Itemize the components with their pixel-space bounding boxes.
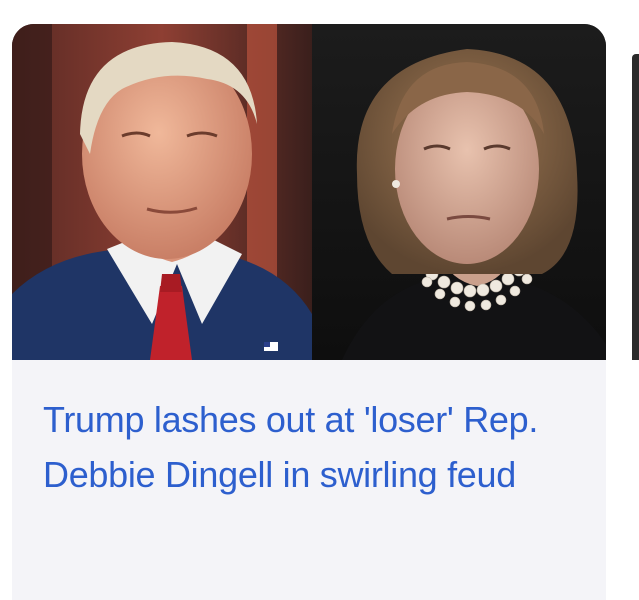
news-card[interactable]: Trump lashes out at 'loser' Rep. Debbie …: [12, 24, 606, 600]
news-thumbnail[interactable]: [12, 24, 606, 360]
news-headline-link[interactable]: Trump lashes out at 'loser' Rep. Debbie …: [43, 392, 583, 502]
next-news-card-edge[interactable]: [632, 54, 639, 360]
news-carousel: Trump lashes out at 'loser' Rep. Debbie …: [0, 0, 639, 600]
